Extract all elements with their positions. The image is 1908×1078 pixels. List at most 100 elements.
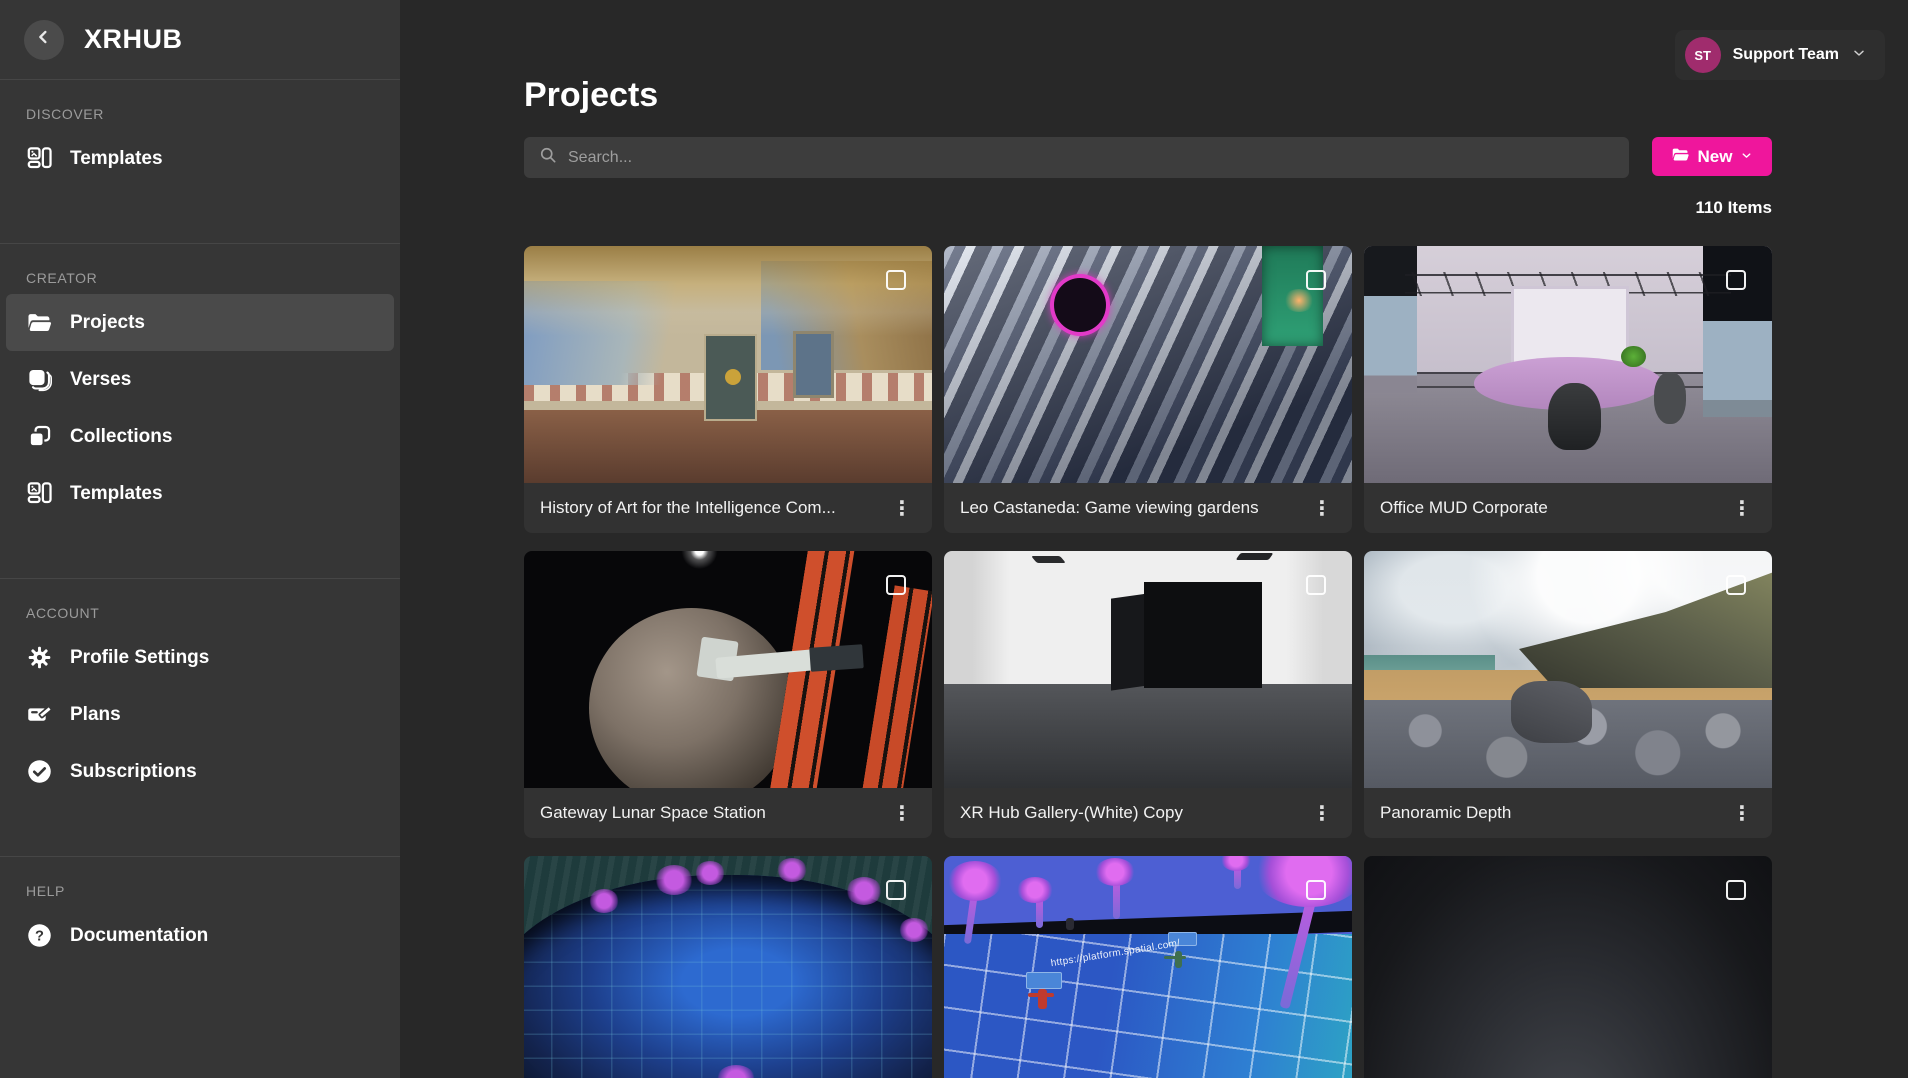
card-menu-button[interactable]: ⋮ xyxy=(1308,496,1336,521)
sidebar-item-label: Profile Settings xyxy=(70,647,209,669)
sidebar-section-help: HELP ? Documentation xyxy=(0,856,400,1020)
main-content: Projects New 110 Items xyxy=(400,0,1908,1078)
project-thumbnail-neon-island xyxy=(524,856,932,1078)
sidebar-item-plans[interactable]: Plans xyxy=(0,686,400,743)
card-menu-button[interactable]: ⋮ xyxy=(1728,496,1756,521)
project-card[interactable]: ⋮ xyxy=(1364,856,1772,1078)
project-card[interactable]: XR Hub Gallery-(White) Copy ⋮ xyxy=(944,551,1352,838)
folder-open-icon xyxy=(1671,145,1690,169)
project-thumbnail-xr-hub-gallery xyxy=(944,551,1352,788)
project-thumbnail-history-of-art xyxy=(524,246,932,483)
sidebar-section-discover: DISCOVER Templates xyxy=(0,106,400,243)
chevron-left-icon xyxy=(33,26,55,53)
search-box xyxy=(524,137,1629,178)
section-label: ACCOUNT xyxy=(26,605,400,621)
project-thumbnail-leo-castaneda xyxy=(944,246,1352,483)
user-menu[interactable]: ST Support Team xyxy=(1675,30,1885,80)
items-count: 110 Items xyxy=(524,198,1772,218)
question-circle-icon: ? xyxy=(26,922,53,949)
select-checkbox[interactable] xyxy=(1306,880,1326,900)
project-title: History of Art for the Intelligence Com.… xyxy=(540,498,888,518)
sidebar: XRHUB DISCOVER Templates CREATOR Project… xyxy=(0,0,400,1078)
section-label: DISCOVER xyxy=(26,106,400,122)
project-title: Gateway Lunar Space Station xyxy=(540,803,888,823)
card-caption: Office MUD Corporate ⋮ xyxy=(1364,483,1772,533)
select-checkbox[interactable] xyxy=(886,270,906,290)
sidebar-item-documentation[interactable]: ? Documentation xyxy=(0,907,400,964)
section-label: CREATOR xyxy=(26,270,400,286)
card-caption: Panoramic Depth ⋮ xyxy=(1364,788,1772,838)
project-thumbnail-gateway-lunar xyxy=(524,551,932,788)
sidebar-item-label: Projects xyxy=(70,312,145,334)
card-caption: Leo Castaneda: Game viewing gardens ⋮ xyxy=(944,483,1352,533)
card-caption: XR Hub Gallery-(White) Copy ⋮ xyxy=(944,788,1352,838)
sidebar-item-subscriptions[interactable]: Subscriptions xyxy=(0,743,400,800)
card-menu-button[interactable]: ⋮ xyxy=(1308,801,1336,826)
project-card[interactable]: Panoramic Depth ⋮ xyxy=(1364,551,1772,838)
search-row: New xyxy=(524,137,1772,178)
project-thumbnail-dark-room xyxy=(1364,856,1772,1078)
app-title: XRHUB xyxy=(84,24,183,55)
sidebar-item-label: Plans xyxy=(70,704,121,726)
back-button[interactable] xyxy=(24,20,64,60)
new-button-label: New xyxy=(1698,147,1733,167)
templates-icon xyxy=(26,145,53,172)
card-caption: Gateway Lunar Space Station ⋮ xyxy=(524,788,932,838)
project-title: Office MUD Corporate xyxy=(1380,498,1728,518)
project-title: XR Hub Gallery-(White) Copy xyxy=(960,803,1308,823)
sidebar-item-templates-creator[interactable]: Templates xyxy=(0,465,400,522)
card-menu-button[interactable]: ⋮ xyxy=(888,801,916,826)
sidebar-section-creator: CREATOR Projects Verses xyxy=(0,243,400,578)
avatar: ST xyxy=(1685,37,1721,73)
project-thumbnail-office-mud xyxy=(1364,246,1772,483)
project-thumbnail-panoramic-depth xyxy=(1364,551,1772,788)
select-checkbox[interactable] xyxy=(886,880,906,900)
svg-text:?: ? xyxy=(35,928,44,944)
select-checkbox[interactable] xyxy=(1306,270,1326,290)
search-input[interactable] xyxy=(568,149,1615,167)
project-card[interactable]: History of Art for the Intelligence Com.… xyxy=(524,246,932,533)
new-button[interactable]: New xyxy=(1652,137,1772,176)
project-thumbnail-neon-plaza: https://platform.spatial.com/ xyxy=(944,856,1352,1078)
card-caption: History of Art for the Intelligence Com.… xyxy=(524,483,932,533)
sidebar-item-label: Templates xyxy=(70,483,163,505)
sidebar-item-label: Verses xyxy=(70,369,131,391)
projects-grid: History of Art for the Intelligence Com.… xyxy=(524,246,1772,1078)
card-menu-button[interactable]: ⋮ xyxy=(888,496,916,521)
page-title: Projects xyxy=(524,0,1772,115)
sidebar-item-verses[interactable]: Verses xyxy=(0,351,400,408)
chevron-down-icon xyxy=(1740,147,1753,167)
sidebar-header: XRHUB xyxy=(0,0,400,80)
search-icon xyxy=(538,145,558,170)
select-checkbox[interactable] xyxy=(886,575,906,595)
project-card[interactable]: Gateway Lunar Space Station ⋮ xyxy=(524,551,932,838)
layers-icon xyxy=(26,366,53,393)
sidebar-item-label: Subscriptions xyxy=(70,761,197,783)
sidebar-item-profile-settings[interactable]: Profile Settings xyxy=(0,629,400,686)
user-name: Support Team xyxy=(1733,46,1839,64)
sidebar-item-label: Collections xyxy=(70,426,172,448)
select-checkbox[interactable] xyxy=(1726,880,1746,900)
project-card[interactable]: ⋮ xyxy=(524,856,932,1078)
sidebar-section-account: ACCOUNT Profile Settings xyxy=(0,578,400,856)
project-card[interactable]: Leo Castaneda: Game viewing gardens ⋮ xyxy=(944,246,1352,533)
sidebar-item-collections[interactable]: Collections xyxy=(0,408,400,465)
sidebar-item-label: Templates xyxy=(70,148,163,170)
card-pencil-icon xyxy=(26,701,53,728)
sidebar-item-templates[interactable]: Templates xyxy=(0,130,400,187)
templates-icon xyxy=(26,480,53,507)
chevron-down-icon xyxy=(1851,45,1867,66)
card-menu-button[interactable]: ⋮ xyxy=(1728,801,1756,826)
sidebar-item-projects[interactable]: Projects xyxy=(6,294,394,351)
project-card[interactable]: Office MUD Corporate ⋮ xyxy=(1364,246,1772,533)
sidebar-item-label: Documentation xyxy=(70,925,208,947)
gear-icon xyxy=(26,644,53,671)
project-card[interactable]: https://platform.spatial.com/ ⋮ xyxy=(944,856,1352,1078)
folder-open-icon xyxy=(26,309,53,336)
section-label: HELP xyxy=(26,883,400,899)
select-checkbox[interactable] xyxy=(1726,270,1746,290)
select-checkbox[interactable] xyxy=(1306,575,1326,595)
check-circle-icon xyxy=(26,758,53,785)
select-checkbox[interactable] xyxy=(1726,575,1746,595)
project-title: Leo Castaneda: Game viewing gardens xyxy=(960,498,1308,518)
